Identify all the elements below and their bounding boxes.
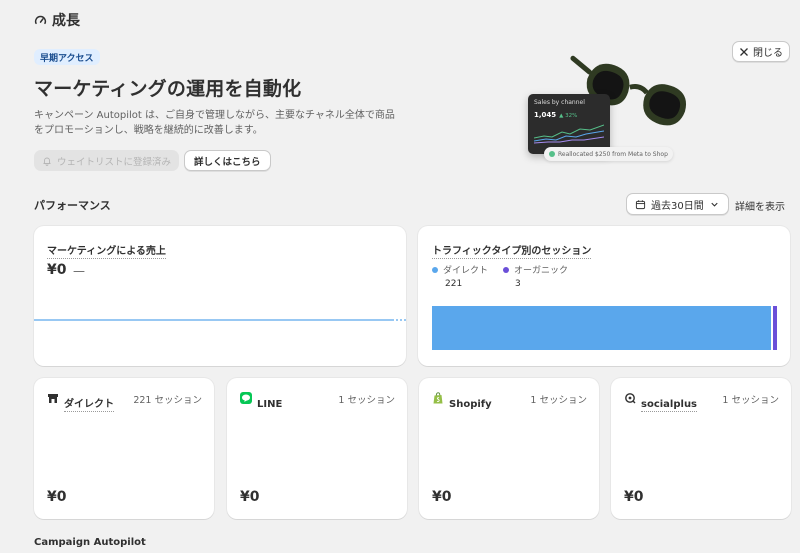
waitlist-button-label: ウェイトリストに登録済み <box>57 156 172 168</box>
channel-sessions: 221 セッション <box>133 395 202 406</box>
socialplus-icon <box>625 393 636 404</box>
marketing-sales-value: ¥0 <box>47 262 67 278</box>
gauge-icon <box>34 15 47 24</box>
channel-value: ¥0 <box>47 489 67 505</box>
close-icon <box>740 47 748 56</box>
hero-description: キャンペーン Autopilot は、ご自身で管理しながら、主要なチャネル全体で… <box>34 110 395 136</box>
channel-card-direct: ダイレクト 221 セッション ¥0 <box>34 378 214 519</box>
date-range-button[interactable]: 過去30日間 <box>626 193 729 215</box>
waitlist-button: ウェイトリストに登録済み <box>34 150 180 171</box>
early-access-badge: 早期アクセス <box>34 49 100 65</box>
traffic-bar-organic <box>773 306 777 350</box>
marketing-sales-line <box>34 319 406 321</box>
close-button[interactable]: 閉じる <box>732 41 790 62</box>
store-icon <box>48 394 58 403</box>
view-details-link[interactable]: 詳細を表示 <box>735 198 785 213</box>
check-icon <box>549 151 555 157</box>
sales-card-sparkline <box>533 124 605 144</box>
sales-card-value: 1,045 ▲ 32% <box>534 111 604 119</box>
marketing-sales-change: — <box>73 264 85 278</box>
channel-sessions: 1 セッション <box>722 395 779 406</box>
legend-value-direct: 221 <box>445 279 463 289</box>
traffic-sessions-card: トラフィックタイプ別のセッション ダイレクト 221 オーガニック 3 <box>418 226 790 366</box>
reallocation-text: Reallocated $250 from Meta to Shop <box>558 150 668 158</box>
channel-card-line: LINE 1 セッション ¥0 <box>227 378 407 519</box>
legend-label-organic: オーガニック <box>514 266 569 276</box>
marketing-sales-title-wrap: マーケティングによる売上 <box>47 239 166 259</box>
channel-name[interactable]: ダイレクト <box>64 395 114 412</box>
date-range-label: 過去30日間 <box>651 200 704 212</box>
hero-title: マーケティングの運用を自動化 <box>34 78 302 100</box>
marketing-sales-card: マーケティングによる売上 ¥0 — <box>34 226 406 366</box>
legend-item-direct: ダイレクト <box>432 263 488 276</box>
channel-card-socialplus: socialplus 1 セッション ¥0 <box>611 378 791 519</box>
channel-name-wrap: ダイレクト <box>64 392 114 412</box>
channel-name[interactable]: Shopify <box>449 399 492 411</box>
chevron-down-icon <box>711 202 718 207</box>
channel-name-wrap: Shopify <box>449 392 492 411</box>
performance-label: パフォーマンス <box>34 199 111 212</box>
traffic-title[interactable]: トラフィックタイプ別のセッション <box>432 242 592 259</box>
channel-name-wrap: socialplus <box>641 392 698 412</box>
channel-value: ¥0 <box>624 489 644 505</box>
sales-card-number: 1,045 <box>534 111 557 119</box>
page-title-text: 成長 <box>52 13 80 29</box>
legend-label-direct: ダイレクト <box>443 266 489 276</box>
learn-more-button[interactable]: 詳しくはこちら <box>184 150 271 171</box>
legend-dot-organic <box>503 266 509 273</box>
close-button-label: 閉じる <box>753 48 783 59</box>
line-icon <box>240 392 252 404</box>
sales-card-change: ▲ 32% <box>559 113 578 119</box>
sales-card-title: Sales by channel <box>534 99 585 106</box>
channel-name[interactable]: socialplus <box>641 399 698 412</box>
legend-value-organic: 3 <box>515 279 521 289</box>
legend-item-organic: オーガニック <box>503 263 568 276</box>
traffic-title-wrap: トラフィックタイプ別のセッション <box>432 239 592 259</box>
channel-name-wrap: LINE <box>257 392 282 411</box>
legend-dot-direct <box>432 266 438 273</box>
calendar-icon <box>635 199 646 209</box>
page-title: 成長 <box>34 10 80 30</box>
shopify-bag-icon <box>433 392 443 404</box>
channel-sessions: 1 セッション <box>530 395 587 406</box>
campaign-autopilot-label: Campaign Autopilot <box>34 537 146 548</box>
channel-sessions: 1 セッション <box>338 395 395 406</box>
traffic-bar-direct <box>432 306 771 350</box>
channel-card-shopify: Shopify 1 セッション ¥0 <box>419 378 599 519</box>
channel-name[interactable]: LINE <box>257 399 282 411</box>
channel-value: ¥0 <box>240 489 260 505</box>
marketing-sales-title[interactable]: マーケティングによる売上 <box>47 242 166 259</box>
sales-by-channel-card: Sales by channel 1,045 ▲ 32% <box>528 94 610 154</box>
channel-value: ¥0 <box>432 489 452 505</box>
reallocation-pill: Reallocated $250 from Meta to Shop <box>544 147 673 161</box>
bell-icon <box>43 157 51 166</box>
